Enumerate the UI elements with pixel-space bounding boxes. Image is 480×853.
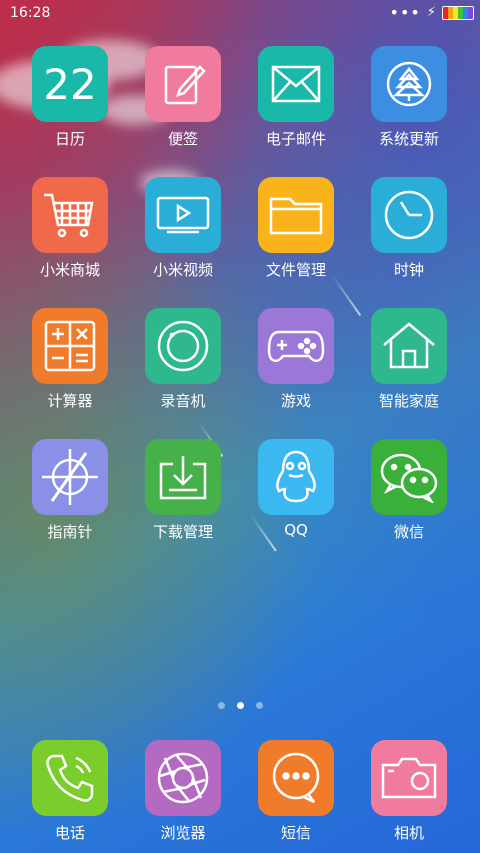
app-browser[interactable]: 浏览器 (128, 740, 238, 843)
app-label: 小米视频 (152, 261, 213, 279)
app-video[interactable]: 小米视频 (128, 177, 238, 280)
tree-icon[interactable] (371, 46, 447, 122)
wechat-icon[interactable] (371, 439, 447, 515)
app-label: 游戏 (280, 392, 311, 410)
app-compass[interactable]: 指南针 (15, 439, 125, 542)
app-label: QQ (284, 521, 308, 539)
charging-icon: ⚡ (426, 5, 436, 20)
app-phone[interactable]: 电话 (15, 740, 125, 843)
app-mail[interactable]: 电子邮件 (241, 46, 351, 149)
app-recorder[interactable]: 录音机 (128, 308, 238, 411)
app-label: 下载管理 (152, 523, 213, 541)
app-label: 浏览器 (160, 824, 206, 842)
app-calculator[interactable]: 计算器 (15, 308, 125, 411)
page-dot[interactable] (217, 702, 225, 709)
more-dots-icon: ••• (389, 3, 421, 22)
app-label: 电话 (54, 824, 85, 842)
browser-icon[interactable] (145, 740, 221, 816)
page-dot[interactable] (255, 702, 263, 709)
page-dot[interactable] (236, 702, 244, 709)
app-folder[interactable]: 文件管理 (241, 177, 351, 280)
recorder-icon[interactable] (145, 308, 221, 384)
battery-icon (442, 6, 474, 20)
download-icon[interactable] (145, 439, 221, 515)
app-clock[interactable]: 时钟 (354, 177, 464, 280)
message-icon[interactable] (258, 740, 334, 816)
app-label: 智能家庭 (378, 392, 439, 410)
app-cart[interactable]: 小米商城 (15, 177, 125, 280)
notes-icon[interactable] (145, 46, 221, 122)
app-label: 系统更新 (378, 130, 439, 148)
folder-icon[interactable] (258, 177, 334, 253)
app-camera[interactable]: 相机 (354, 740, 464, 843)
cart-icon[interactable] (32, 177, 108, 253)
battery-segment (468, 7, 473, 19)
app-label: 指南针 (47, 523, 93, 541)
app-notes[interactable]: 便签 (128, 46, 238, 149)
app-label: 时钟 (393, 261, 424, 279)
status-time: 16:28 (10, 5, 51, 21)
app-home[interactable]: 智能家庭 (354, 308, 464, 411)
clock-icon[interactable] (371, 177, 447, 253)
app-label: 录音机 (160, 392, 206, 410)
video-icon[interactable] (145, 177, 221, 253)
app-label: 便签 (167, 130, 198, 148)
calendar-icon[interactable]: 22 (32, 46, 108, 122)
app-label: 短信 (280, 824, 311, 842)
app-label: 日历 (54, 130, 85, 148)
app-label: 相机 (393, 824, 424, 842)
app-label: 小米商城 (39, 261, 100, 279)
app-label: 文件管理 (265, 261, 326, 279)
app-gamepad[interactable]: 游戏 (241, 308, 351, 411)
camera-icon[interactable] (371, 740, 447, 816)
phone-icon[interactable] (32, 740, 108, 816)
app-wechat[interactable]: 微信 (354, 439, 464, 542)
status-icons: ••• ⚡ (389, 3, 474, 22)
app-label: 微信 (393, 523, 424, 541)
app-message[interactable]: 短信 (241, 740, 351, 843)
home-icon[interactable] (371, 308, 447, 384)
compass-icon[interactable] (32, 439, 108, 515)
penguin-icon[interactable] (258, 439, 334, 515)
app-label: 电子邮件 (265, 130, 326, 148)
app-penguin[interactable]: QQ (241, 439, 351, 539)
app-calendar[interactable]: 22 日历 (15, 46, 125, 149)
app-download[interactable]: 下载管理 (128, 439, 238, 542)
calendar-day: 22 (43, 59, 97, 109)
app-tree[interactable]: 系统更新 (354, 46, 464, 149)
gamepad-icon[interactable] (258, 308, 334, 384)
page-indicator (0, 702, 480, 709)
calculator-icon[interactable] (32, 308, 108, 384)
mail-icon[interactable] (258, 46, 334, 122)
status-bar: 16:28 ••• ⚡ (0, 0, 480, 28)
app-label: 计算器 (47, 392, 93, 410)
